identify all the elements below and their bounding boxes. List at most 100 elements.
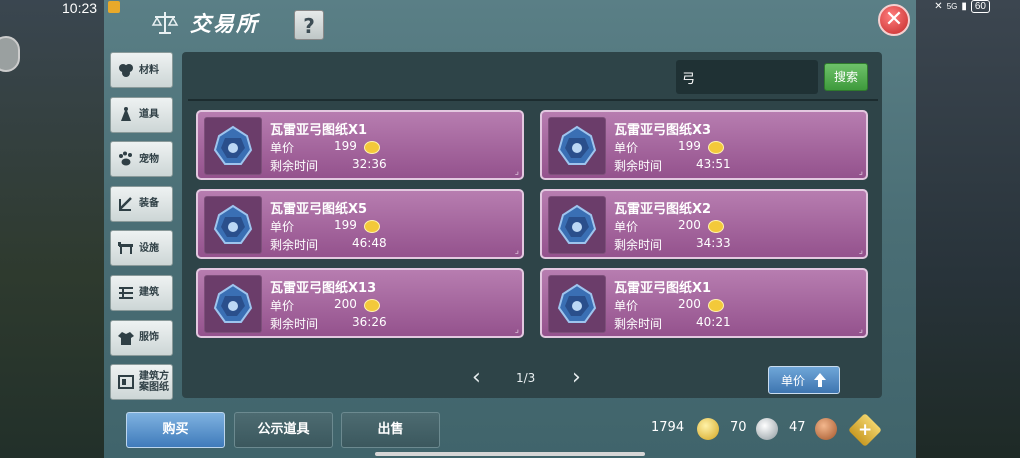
item-name: 瓦雷亚弓图纸X13: [270, 281, 377, 296]
category-label: 建筑: [139, 287, 159, 299]
listing-card[interactable]: 瓦雷亚弓图纸X2 单价 200 剩余时间 34:33 ⌟: [540, 189, 868, 259]
item-thumbnail: [548, 196, 606, 254]
copper-coin-icon: [815, 418, 837, 440]
category-label: 道具: [139, 109, 159, 121]
bow-blueprint-icon: [557, 204, 597, 244]
plus-icon: +: [858, 420, 873, 440]
listing-card[interactable]: 瓦雷亚弓图纸X1 单价 199 剩余时间 32:36 ⌟: [196, 110, 524, 180]
floating-avatar-button[interactable]: [0, 36, 20, 72]
corner-mark-icon: ⌟: [858, 246, 863, 256]
time-label: 剩余时间: [270, 159, 319, 173]
mute-icon: ✕: [934, 1, 943, 12]
category-label: 材料: [139, 64, 159, 76]
item-price: 199: [334, 139, 357, 153]
listing-card[interactable]: 瓦雷亚弓图纸X3 单价 199 剩余时间 43:51 ⌟: [540, 110, 868, 180]
item-price: 200: [334, 297, 357, 311]
category-props[interactable]: 道具: [110, 96, 173, 133]
price-label: 单价: [614, 299, 639, 313]
item-thumbnail: [204, 275, 262, 333]
props-icon: [117, 106, 135, 124]
category-equipment[interactable]: 装备: [110, 185, 173, 222]
network-type: 5G: [946, 1, 958, 11]
notification-icon: [108, 1, 120, 13]
equipment-icon: [117, 195, 135, 213]
category-label: 建筑方案图纸: [139, 371, 169, 394]
bow-blueprint-icon: [213, 125, 253, 165]
item-thumbnail: [548, 117, 606, 175]
category-blueprints[interactable]: 建筑方案图纸: [110, 364, 173, 401]
listing-card[interactable]: 瓦雷亚弓图纸X1 单价 200 剩余时间 40:21 ⌟: [540, 268, 868, 338]
tab-sell[interactable]: 出售: [341, 412, 440, 448]
remaining-time: 46:48: [352, 236, 387, 250]
search-input[interactable]: 弓: [676, 60, 818, 94]
remaining-time: 36:26: [352, 315, 387, 329]
materials-icon: [117, 61, 135, 79]
listing-panel: 弓 搜索 瓦雷亚弓图纸X1 单价 199 剩余时间 32:36 ⌟ 瓦雷亚弓图纸X3 单价 19…: [182, 52, 882, 398]
category-label: 宠物: [139, 153, 159, 165]
silver-amount: 70: [730, 420, 747, 435]
price-label: 单价: [270, 220, 295, 234]
next-page-button[interactable]: ›: [572, 367, 581, 389]
status-time: 10:23: [62, 0, 98, 16]
item-thumbnail: [204, 117, 262, 175]
facility-icon: [117, 239, 135, 257]
item-name: 瓦雷亚弓图纸X3: [614, 123, 712, 138]
price-label: 单价: [614, 220, 639, 234]
prev-page-button[interactable]: ‹: [472, 367, 481, 389]
signal-icon: ▮: [961, 1, 967, 12]
gold-coin-icon: [708, 299, 724, 312]
category-label: 设施: [139, 242, 159, 254]
gold-coin-icon: [697, 418, 719, 440]
category-buildings[interactable]: 建筑: [110, 274, 173, 311]
battery-level: 60: [970, 0, 990, 13]
item-price: 200: [678, 297, 701, 311]
pagination: ‹ 1/3 ›: [472, 367, 592, 389]
gold-coin-icon: [708, 220, 724, 233]
remaining-time: 40:21: [696, 315, 731, 329]
home-indicator: [375, 452, 645, 456]
listing-card[interactable]: 瓦雷亚弓图纸X5 单价 199 剩余时间 46:48 ⌟: [196, 189, 524, 259]
price-label: 单价: [270, 299, 295, 313]
search-button[interactable]: 搜索: [824, 63, 868, 91]
category-label: 服饰: [139, 332, 159, 344]
gold-coin-icon: [364, 220, 380, 233]
remaining-time: 34:33: [696, 236, 731, 250]
silver-coin-icon: [756, 418, 778, 440]
copper-amount: 47: [789, 420, 806, 435]
item-thumbnail: [548, 275, 606, 333]
sort-label: 单价: [780, 373, 805, 388]
item-thumbnail: [204, 196, 262, 254]
price-label: 单价: [270, 141, 295, 155]
corner-mark-icon: ⌟: [858, 167, 863, 177]
item-price: 199: [678, 139, 701, 153]
tab-public-items[interactable]: 公示道具: [234, 412, 333, 448]
corner-mark-icon: ⌟: [514, 167, 519, 177]
status-bar: 10:23 ✕ 5G ▮ 60: [0, 0, 1020, 16]
time-label: 剩余时间: [270, 238, 319, 252]
corner-mark-icon: ⌟: [514, 325, 519, 335]
remaining-time: 43:51: [696, 157, 731, 171]
tab-buy[interactable]: 购买: [126, 412, 225, 448]
pet-paw-icon: [117, 150, 135, 168]
category-sidebar: 材料 道具 宠物 装备 设施 建筑 服饰 建筑方案图纸: [110, 52, 176, 409]
category-materials[interactable]: 材料: [110, 52, 173, 88]
item-name: 瓦雷亚弓图纸X1: [614, 281, 712, 296]
category-clothing[interactable]: 服饰: [110, 319, 173, 356]
listing-card[interactable]: 瓦雷亚弓图纸X13 单价 200 剩余时间 36:26 ⌟: [196, 268, 524, 338]
gold-coin-icon: [364, 141, 380, 154]
blueprint-icon: [117, 373, 135, 391]
time-label: 剩余时间: [614, 238, 663, 252]
category-pets[interactable]: 宠物: [110, 141, 173, 178]
corner-mark-icon: ⌟: [858, 325, 863, 335]
page-indicator: 1/3: [516, 371, 536, 385]
gold-coin-icon: [364, 299, 380, 312]
sort-by-price-button[interactable]: 单价: [768, 366, 840, 394]
gold-amount: 1794: [651, 420, 685, 435]
category-facilities[interactable]: 设施: [110, 230, 173, 267]
time-label: 剩余时间: [614, 159, 663, 173]
gold-coin-icon: [708, 141, 724, 154]
sort-arrow-icon: [814, 373, 826, 387]
status-indicators: ✕ 5G ▮ 60: [934, 0, 990, 13]
clothing-icon: [117, 329, 135, 347]
building-icon: [117, 284, 135, 302]
